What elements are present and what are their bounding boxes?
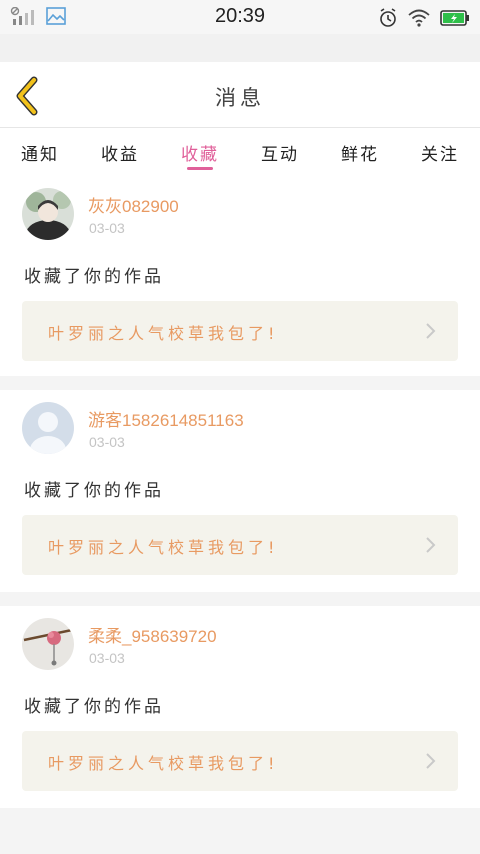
work-title: 叶罗丽之人气校草我包了! bbox=[48, 538, 279, 557]
work-title: 叶罗丽之人气校草我包了! bbox=[48, 754, 279, 773]
toolbar-spacer bbox=[0, 34, 480, 62]
tab-interactions[interactable]: 互动 bbox=[240, 128, 320, 176]
timestamp: 03-03 bbox=[89, 650, 125, 666]
message-list: 灰灰082900 03-03 收藏了你的作品 叶罗丽之人气校草我包了! 游客15… bbox=[0, 176, 480, 822]
message-card: 游客1582614851163 03-03 收藏了你的作品 叶罗丽之人气校草我包… bbox=[0, 390, 480, 592]
work-link[interactable]: 叶罗丽之人气校草我包了! bbox=[22, 301, 458, 361]
tab-favorites[interactable]: 收藏 bbox=[160, 128, 240, 176]
action-text: 收藏了你的作品 bbox=[24, 267, 164, 287]
battery-icon bbox=[440, 10, 470, 30]
message-card: 柔柔_958639720 03-03 收藏了你的作品 叶罗丽之人气校草我包了! bbox=[0, 606, 480, 808]
wifi-icon bbox=[408, 9, 430, 31]
username[interactable]: 柔柔_958639720 bbox=[88, 622, 217, 647]
work-link[interactable]: 叶罗丽之人气校草我包了! bbox=[22, 515, 458, 575]
action-text: 收藏了你的作品 bbox=[24, 697, 164, 717]
chevron-right-icon bbox=[426, 323, 436, 339]
work-link[interactable]: 叶罗丽之人气校草我包了! bbox=[22, 731, 458, 791]
alarm-icon bbox=[378, 8, 398, 32]
avatar[interactable] bbox=[22, 188, 74, 240]
status-bar: 20:39 bbox=[0, 0, 480, 34]
chevron-right-icon bbox=[426, 537, 436, 553]
tab-notifications[interactable]: 通知 bbox=[0, 128, 80, 176]
username[interactable]: 灰灰082900 bbox=[88, 192, 179, 217]
tab-bar: 通知 收益 收藏 互动 鲜花 关注 bbox=[0, 128, 480, 176]
header-bar: 消息 bbox=[0, 62, 480, 128]
chevron-right-icon bbox=[426, 753, 436, 769]
avatar[interactable] bbox=[22, 402, 74, 454]
message-card: 灰灰082900 03-03 收藏了你的作品 叶罗丽之人气校草我包了! bbox=[0, 176, 480, 376]
timestamp: 03-03 bbox=[89, 434, 125, 450]
tab-earnings[interactable]: 收益 bbox=[80, 128, 160, 176]
work-title: 叶罗丽之人气校草我包了! bbox=[48, 324, 279, 343]
avatar[interactable] bbox=[22, 618, 74, 670]
username[interactable]: 游客1582614851163 bbox=[88, 406, 244, 431]
page-title: 消息 bbox=[215, 86, 265, 110]
timestamp: 03-03 bbox=[89, 220, 125, 236]
tab-flowers[interactable]: 鲜花 bbox=[320, 128, 400, 176]
action-text: 收藏了你的作品 bbox=[24, 481, 164, 501]
tab-follows[interactable]: 关注 bbox=[400, 128, 480, 176]
status-right bbox=[378, 8, 470, 32]
